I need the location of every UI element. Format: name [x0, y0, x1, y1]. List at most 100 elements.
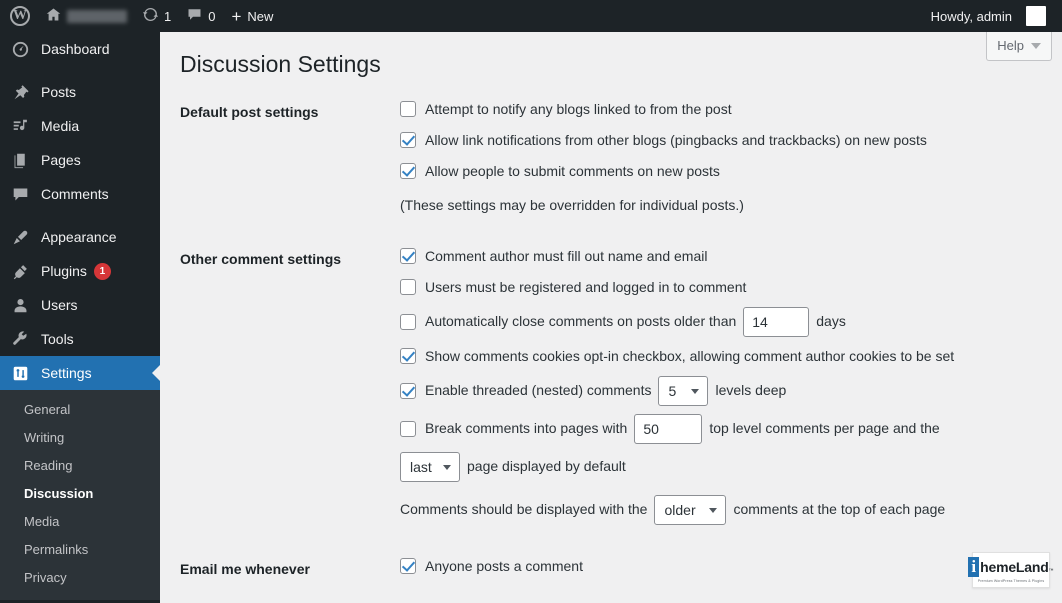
sidebar-item-users[interactable]: Users: [0, 288, 160, 322]
sidebar-item-media[interactable]: Media: [0, 109, 160, 143]
section-default-post-settings: Default post settings Attempt to notify …: [180, 94, 1062, 218]
sidebar-item-pages[interactable]: Pages: [0, 143, 160, 177]
chevron-down-icon: [1031, 42, 1041, 49]
submenu-item-privacy[interactable]: Privacy: [0, 564, 160, 592]
checkbox-link-notifications[interactable]: [400, 132, 416, 149]
option-cookies-optin[interactable]: Show comments cookies opt-in checkbox, a…: [400, 341, 1062, 372]
checkbox-threaded-comments[interactable]: [400, 382, 416, 399]
sidebar-item-posts[interactable]: Posts: [0, 75, 160, 109]
admin-sidebar-menu: Dashboard Posts Media Pages Comments App…: [0, 32, 160, 603]
option-link-notifications[interactable]: Allow link notifications from other blog…: [400, 125, 1062, 156]
site-name-menu[interactable]: [38, 0, 135, 32]
new-content-menu[interactable]: + New: [223, 0, 281, 32]
option-notify-blogs[interactable]: Attempt to notify any blogs linked to fr…: [400, 94, 1062, 125]
help-label: Help: [997, 38, 1024, 53]
option-label: Allow people to submit comments on new p…: [425, 162, 720, 179]
default-page-select[interactable]: last: [400, 451, 460, 482]
wordpress-logo-icon: W: [10, 6, 30, 26]
auto-close-days-input[interactable]: [743, 306, 810, 337]
sidebar-item-label: Pages: [41, 152, 81, 168]
checkbox-break-comments-pages[interactable]: [400, 420, 416, 437]
sidebar-item-settings[interactable]: Settings: [0, 356, 160, 390]
section-email-me-whenever: Email me whenever Anyone posts a comment: [180, 551, 1062, 582]
option-label: Attempt to notify any blogs linked to fr…: [425, 100, 732, 117]
option-threaded-comments[interactable]: Enable threaded (nested) comments 5 leve…: [400, 372, 1062, 410]
option-label: Users must be registered and logged in t…: [425, 278, 747, 295]
updates-count: 1: [164, 8, 172, 24]
checkbox-notify-blogs[interactable]: [400, 101, 416, 118]
option-allow-comments[interactable]: Allow people to submit comments on new p…: [400, 156, 1062, 187]
option-label-prefix: Break comments into pages with: [425, 420, 628, 437]
submenu-item-writing[interactable]: Writing: [0, 424, 160, 452]
submenu-item-media[interactable]: Media: [0, 508, 160, 536]
checkbox-name-email-required[interactable]: [400, 248, 416, 265]
section-fields: Attempt to notify any blogs linked to fr…: [400, 94, 1062, 218]
sidebar-item-label: Dashboard: [41, 41, 110, 57]
submenu-item-general[interactable]: General: [0, 396, 160, 424]
plugins-update-badge: 1: [93, 262, 111, 280]
sidebar-item-label: Comments: [41, 186, 109, 202]
section-other-comment-settings: Other comment settings Comment author mu…: [180, 241, 1062, 529]
option-auto-close-comments[interactable]: Automatically close comments on posts ol…: [400, 303, 1062, 341]
default-page-value: last: [410, 458, 432, 475]
themeland-logo-badge: i hemeLand ™ Premium WordPress Themes & Pl…: [968, 552, 1054, 588]
pages-icon: [12, 152, 32, 169]
threaded-levels-value: 5: [668, 382, 677, 399]
home-icon: [46, 7, 61, 25]
sidebar-item-plugins[interactable]: Plugins 1: [0, 254, 160, 288]
checkbox-anyone-posts-comment[interactable]: [400, 558, 416, 575]
option-label: Anyone posts a comment: [425, 557, 583, 574]
option-label-suffix: days: [816, 313, 846, 330]
checkbox-allow-comments[interactable]: [400, 163, 416, 180]
themeland-tagline: Premium WordPress Themes & Plugins: [977, 579, 1045, 583]
display-order-row: Comments should be displayed with the ol…: [400, 491, 1062, 529]
user-icon: [12, 297, 32, 314]
new-label: New: [247, 8, 274, 24]
sidebar-item-label: Plugins: [41, 263, 87, 279]
submenu-item-reading[interactable]: Reading: [0, 452, 160, 480]
avatar: [1026, 6, 1046, 26]
option-break-comments-pages[interactable]: Break comments into pages with top level…: [400, 410, 1062, 448]
my-account-menu[interactable]: Howdy, admin: [921, 0, 1054, 32]
checkbox-users-registered[interactable]: [400, 279, 416, 296]
plug-icon: [12, 263, 32, 280]
brush-icon: [12, 229, 32, 246]
display-order-label-prefix: Comments should be displayed with the: [400, 501, 648, 518]
checkbox-cookies-optin[interactable]: [400, 348, 416, 365]
sidebar-item-label: Appearance: [41, 229, 117, 245]
sidebar-item-dashboard[interactable]: Dashboard: [0, 32, 160, 66]
option-label: Comment author must fill out name and em…: [425, 247, 708, 264]
display-order-select[interactable]: older: [654, 494, 727, 525]
display-order-value: older: [664, 501, 696, 518]
checkbox-auto-close-comments[interactable]: [400, 313, 416, 330]
sidebar-item-label: Media: [41, 118, 80, 134]
main-content: Help Discussion Settings Default post se…: [160, 32, 1062, 603]
comments-icon: [12, 186, 32, 203]
submenu-item-permalinks[interactable]: Permalinks: [0, 536, 160, 564]
chevron-down-icon: [709, 507, 718, 513]
section-fields: Anyone posts a comment: [400, 551, 1062, 582]
wordpress-admin-screen: W 1 0 + New Howdy, admin Dashboard Posts…: [0, 0, 1062, 603]
submenu-item-discussion[interactable]: Discussion: [0, 480, 160, 508]
section-fields: Comment author must fill out name and em…: [400, 241, 1062, 529]
option-label-prefix: Enable threaded (nested) comments: [425, 382, 652, 399]
option-users-registered[interactable]: Users must be registered and logged in t…: [400, 272, 1062, 303]
display-order-label-suffix: comments at the top of each page: [733, 501, 946, 518]
page-displayed-label: page displayed by default: [467, 458, 626, 475]
comments-per-page-input[interactable]: [634, 413, 703, 444]
sidebar-item-tools[interactable]: Tools: [0, 322, 160, 356]
sidebar-item-label: Posts: [41, 84, 77, 100]
help-button[interactable]: Help: [986, 32, 1052, 61]
updates-icon: [143, 7, 158, 25]
option-name-email-required[interactable]: Comment author must fill out name and em…: [400, 241, 1062, 272]
sidebar-item-comments[interactable]: Comments: [0, 177, 160, 211]
threaded-levels-select[interactable]: 5: [658, 375, 709, 406]
sidebar-item-appearance[interactable]: Appearance: [0, 220, 160, 254]
wp-logo-menu[interactable]: W: [0, 0, 38, 32]
comments-menu[interactable]: 0: [179, 0, 223, 32]
admin-bar: W 1 0 + New Howdy, admin: [0, 0, 1062, 32]
updates-menu[interactable]: 1: [135, 0, 179, 32]
sidebar-item-label: Tools: [41, 331, 74, 347]
settings-icon: [12, 365, 32, 382]
option-anyone-posts-comment[interactable]: Anyone posts a comment: [400, 551, 1062, 582]
